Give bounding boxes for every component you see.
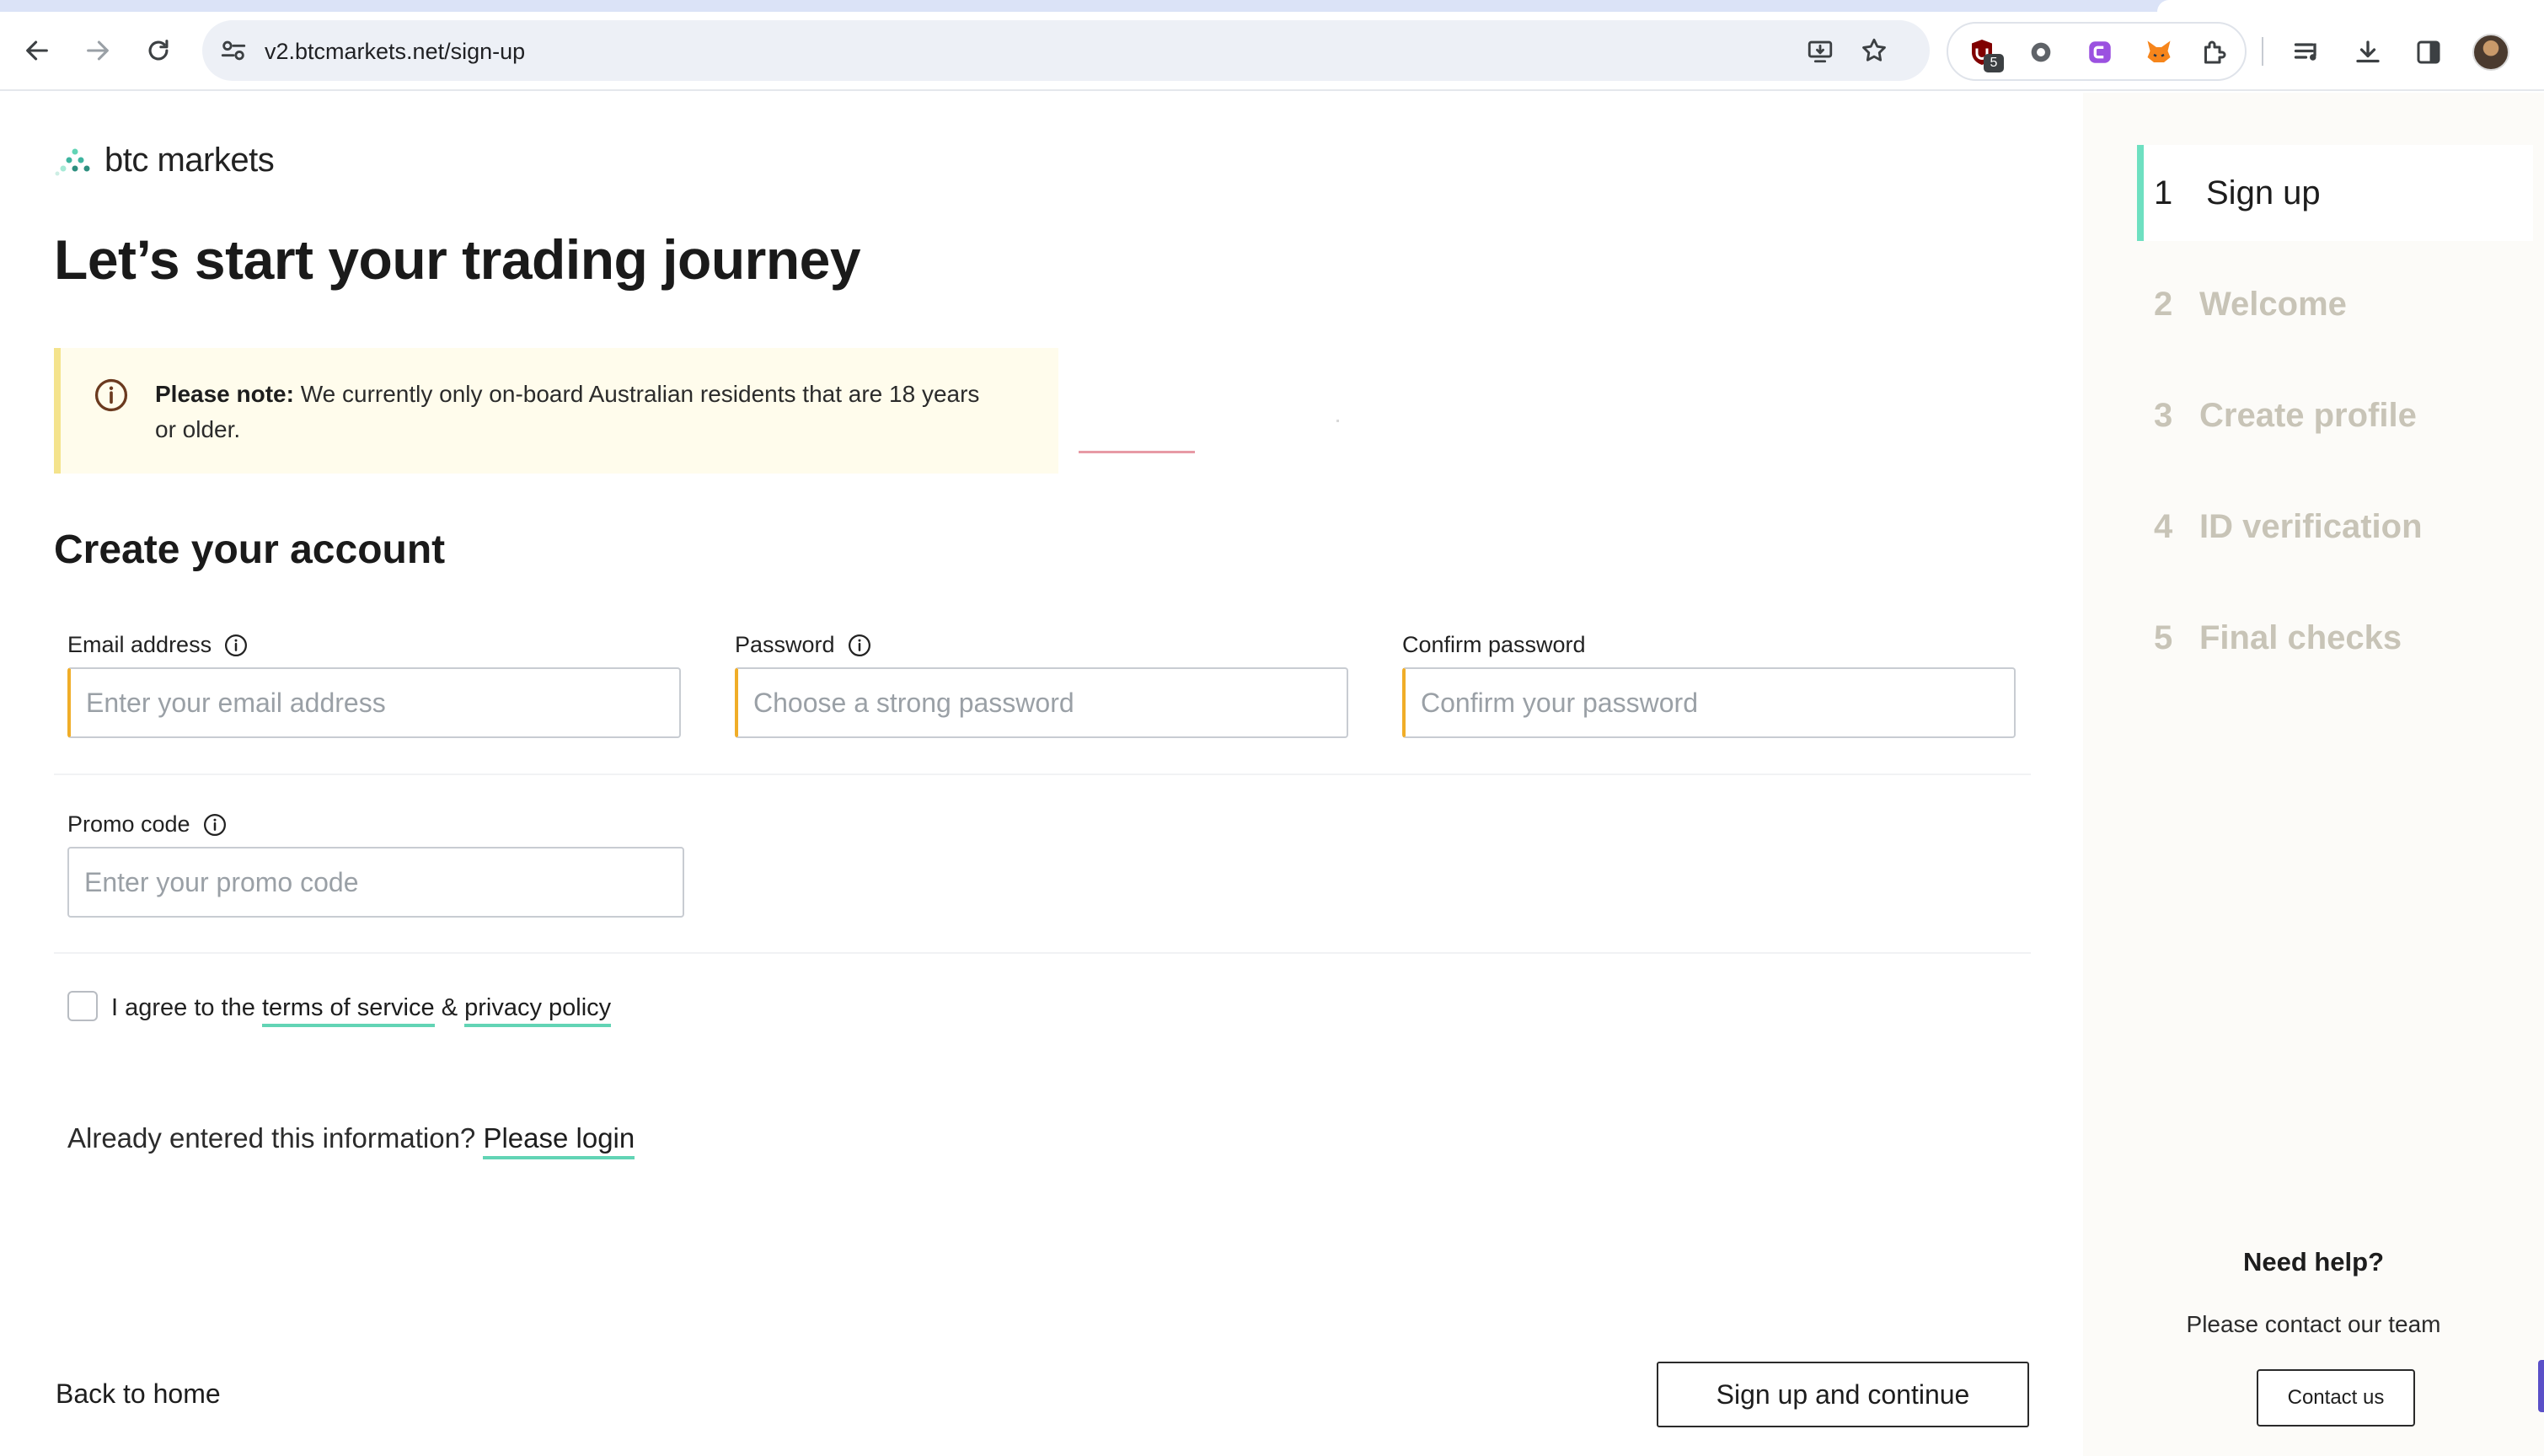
install-app-icon[interactable]: [1803, 34, 1837, 67]
sign-up-continue-button[interactable]: Sign up and continue: [1657, 1362, 2029, 1427]
need-help-title: Need help?: [2242, 1247, 2385, 1277]
extension-badge-count: 5: [1984, 54, 2004, 72]
info-circle-icon: [94, 378, 128, 412]
step-number: 1: [2154, 174, 2173, 211]
step-sign-up: 1 Sign up: [2137, 145, 2533, 241]
toolbar-separator: [2262, 37, 2263, 66]
bookmark-star-icon[interactable]: [1857, 34, 1891, 67]
decorative-line: [1079, 451, 1195, 453]
step-number: 2: [2154, 285, 2173, 323]
agree-terms-row: I agree to the terms of service & privac…: [111, 994, 612, 1027]
already-text: Already entered this information?: [67, 1122, 484, 1154]
promo-code-input[interactable]: [67, 847, 684, 918]
notice-label: Please note:: [155, 381, 294, 407]
residency-notice: Please note: We currently only on-board …: [54, 348, 1058, 474]
step-create-profile: 3 Create profile: [2137, 367, 2533, 463]
step-final-checks: 5 Final checks: [2137, 590, 2533, 686]
step-number: 3: [2154, 396, 2173, 434]
create-account-heading: Create your account: [54, 527, 446, 572]
agree-terms-checkbox[interactable]: [67, 991, 98, 1021]
gear-extension-icon[interactable]: [2024, 35, 2058, 69]
step-label: ID verification: [2199, 507, 2423, 545]
ublock-extension-icon[interactable]: 5: [1965, 35, 2004, 72]
form-divider: [54, 952, 2031, 954]
email-input[interactable]: [67, 667, 681, 738]
extensions-group: 5: [1947, 22, 2247, 81]
promo-label: Promo code: [67, 811, 228, 838]
back-arrow-icon[interactable]: [15, 29, 59, 72]
site-settings-icon[interactable]: [219, 36, 248, 65]
browser-toolbar: v2.btcmarkets.net/sign-up 5: [0, 12, 2544, 91]
btc-markets-logo-icon: [55, 148, 90, 176]
email-info-icon[interactable]: [223, 633, 249, 658]
forward-arrow-icon[interactable]: [76, 29, 120, 72]
privacy-policy-link[interactable]: privacy policy: [464, 994, 612, 1027]
browser-tab-strip: [0, 0, 2544, 12]
notice-text: Please note: We currently only on-board …: [155, 377, 998, 447]
step-label: Sign up: [2206, 174, 2321, 211]
reading-list-icon[interactable]: [2289, 34, 2326, 71]
downloads-icon[interactable]: [2349, 34, 2386, 71]
password-info-icon[interactable]: [847, 633, 872, 658]
confirm-password-input[interactable]: [1402, 667, 2016, 738]
agree-ampersand: &: [434, 994, 465, 1021]
step-id-verification: 4 ID verification: [2137, 479, 2533, 575]
terms-of-service-link[interactable]: terms of service: [261, 994, 435, 1027]
step-label: Create profile: [2199, 396, 2417, 434]
email-label-text: Email address: [67, 632, 212, 657]
btc-markets-logo[interactable]: btc markets: [54, 141, 275, 179]
promo-label-text: Promo code: [67, 811, 190, 837]
logo-text: btc markets: [104, 141, 275, 179]
agree-prefix: I agree to the: [111, 994, 262, 1021]
password-label: Password: [735, 632, 872, 658]
back-to-home-link[interactable]: Back to home: [56, 1378, 221, 1410]
page-title: Let’s start your trading journey: [54, 228, 861, 291]
reload-icon[interactable]: [137, 29, 180, 72]
step-number: 4: [2154, 507, 2173, 545]
metamask-fox-icon[interactable]: [2142, 35, 2176, 69]
decorative-dot: [1336, 420, 1339, 422]
already-registered-row: Already entered this information? Please…: [67, 1122, 635, 1159]
email-label: Email address: [67, 632, 249, 658]
address-bar[interactable]: v2.btcmarkets.net/sign-up: [202, 20, 1930, 81]
profile-avatar[interactable]: [2472, 34, 2509, 71]
step-welcome: 2 Welcome: [2137, 256, 2533, 352]
purple-extension-icon[interactable]: [2083, 35, 2117, 69]
password-label-text: Password: [735, 632, 835, 657]
extensions-puzzle-icon[interactable]: [2198, 35, 2231, 69]
please-login-link[interactable]: Please login: [483, 1122, 635, 1159]
step-label: Final checks: [2199, 618, 2402, 656]
contact-us-button[interactable]: Contact us: [2257, 1369, 2415, 1427]
browser-tab-edge: [2157, 0, 2544, 12]
confirm-password-label: Confirm password: [1402, 632, 1586, 658]
step-label: Welcome: [2199, 285, 2347, 323]
step-number: 5: [2154, 618, 2173, 656]
promo-info-icon[interactable]: [202, 812, 228, 838]
password-input[interactable]: [735, 667, 1348, 738]
side-panel-icon[interactable]: [2410, 34, 2447, 71]
confirm-password-label-text: Confirm password: [1402, 632, 1586, 657]
form-divider: [54, 774, 2031, 775]
chat-widget-tab[interactable]: [2538, 1360, 2544, 1412]
need-help-text: Please contact our team: [2186, 1311, 2441, 1337]
address-bar-url[interactable]: v2.btcmarkets.net/sign-up: [265, 37, 525, 66]
